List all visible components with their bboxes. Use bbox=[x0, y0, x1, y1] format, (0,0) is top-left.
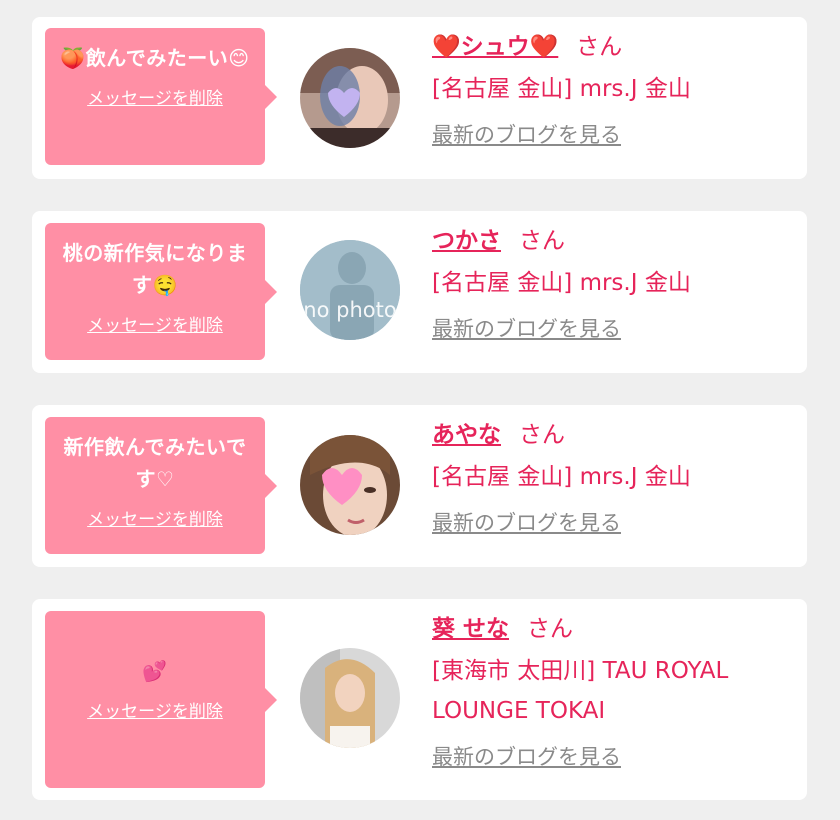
profile-info: 葵 せな さん [東海市 太田川] TAU ROYAL LOUNGE TOKAI … bbox=[432, 613, 797, 771]
shop-label: [名古屋 金山] mrs.J 金山 bbox=[432, 76, 691, 102]
avatar[interactable] bbox=[300, 48, 400, 148]
profile-info: ❤️シュウ❤️ さん [名古屋 金山] mrs.J 金山 最新のブログを見る bbox=[432, 31, 797, 149]
delete-message-link[interactable]: メッセージを削除 bbox=[87, 505, 223, 530]
latest-blog-link[interactable]: 最新のブログを見る bbox=[432, 507, 621, 537]
message-bubble: 💕 メッセージを削除 bbox=[45, 611, 277, 788]
latest-blog-link[interactable]: 最新のブログを見る bbox=[432, 119, 621, 149]
honorific: さん bbox=[527, 616, 574, 642]
profile-name-link[interactable]: 葵 せな bbox=[432, 616, 509, 642]
shop-label: [東海市 太田川] TAU ROYAL LOUNGE TOKAI bbox=[432, 658, 729, 724]
latest-blog-link[interactable]: 最新のブログを見る bbox=[432, 741, 621, 771]
profile-name-link[interactable]: あやな bbox=[432, 422, 501, 448]
message-text: 💕 bbox=[142, 659, 168, 683]
honorific: さん bbox=[519, 422, 565, 448]
avatar[interactable] bbox=[300, 435, 400, 535]
profile-name-link[interactable]: ❤️シュウ❤️ bbox=[432, 34, 558, 60]
message-card: 🍑飲んでみたーい😊 メッセージを削除 ❤️シュウ❤️ さん [名古屋 金山] mr… bbox=[32, 17, 807, 179]
message-bubble: 新作飲んでみたいです♡ メッセージを削除 bbox=[45, 417, 277, 554]
message-text: 🍑飲んでみたーい😊 bbox=[60, 46, 250, 70]
message-list: 🍑飲んでみたーい😊 メッセージを削除 ❤️シュウ❤️ さん [名古屋 金山] mr… bbox=[0, 0, 840, 820]
message-text: 新作飲んでみたいです♡ bbox=[63, 435, 247, 491]
honorific: さん bbox=[576, 34, 623, 60]
delete-message-link[interactable]: メッセージを削除 bbox=[87, 84, 223, 109]
shop-label: [名古屋 金山] mrs.J 金山 bbox=[432, 464, 691, 490]
delete-message-link[interactable]: メッセージを削除 bbox=[87, 697, 223, 722]
avatar[interactable] bbox=[300, 648, 400, 748]
no-photo-label: no photo bbox=[303, 298, 397, 322]
message-bubble: 🍑飲んでみたーい😊 メッセージを削除 bbox=[45, 28, 277, 165]
delete-message-link[interactable]: メッセージを削除 bbox=[87, 311, 223, 336]
message-card: 💕 メッセージを削除 葵 せな さん [東海市 太田川] TAU ROYAL LO… bbox=[32, 599, 807, 800]
message-card: 新作飲んでみたいです♡ メッセージを削除 あやな さん [名古屋 金山] mrs.… bbox=[32, 405, 807, 567]
latest-blog-link[interactable]: 最新のブログを見る bbox=[432, 313, 621, 343]
avatar-photo bbox=[300, 435, 400, 535]
message-bubble: 桃の新作気になります🤤 メッセージを削除 bbox=[45, 223, 277, 360]
message-card: 桃の新作気になります🤤 メッセージを削除 no photo つかさ さん [名古屋… bbox=[32, 211, 807, 373]
avatar-photo bbox=[300, 648, 400, 748]
profile-name-link[interactable]: つかさ bbox=[432, 228, 501, 254]
honorific: さん bbox=[519, 228, 565, 254]
avatar[interactable]: no photo bbox=[300, 240, 400, 340]
no-photo-placeholder bbox=[300, 240, 400, 340]
profile-info: あやな さん [名古屋 金山] mrs.J 金山 最新のブログを見る bbox=[432, 419, 797, 537]
avatar-photo bbox=[300, 48, 400, 148]
message-text: 桃の新作気になります🤤 bbox=[62, 241, 248, 297]
shop-label: [名古屋 金山] mrs.J 金山 bbox=[432, 270, 691, 296]
profile-info: つかさ さん [名古屋 金山] mrs.J 金山 最新のブログを見る bbox=[432, 225, 797, 343]
